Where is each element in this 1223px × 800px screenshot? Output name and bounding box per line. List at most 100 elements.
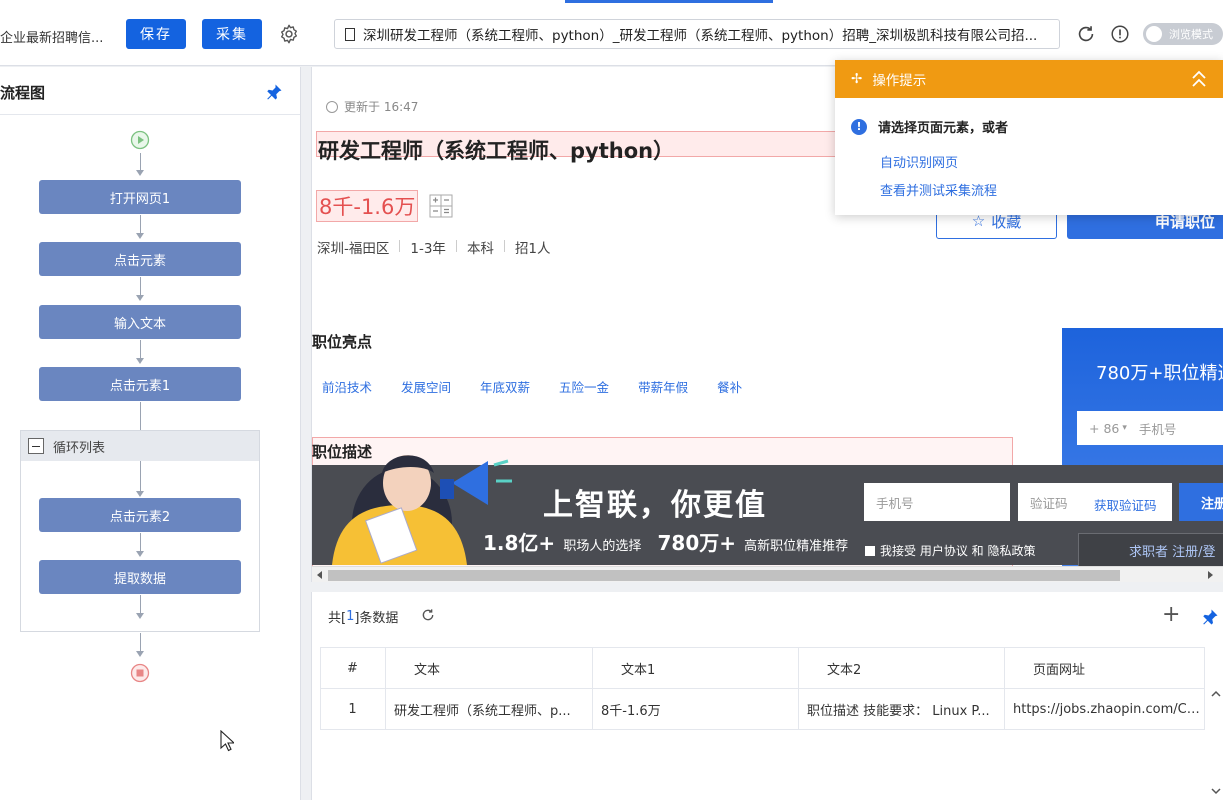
cell-text1[interactable]: 8千-1.6万 [592, 688, 799, 730]
data-table: # 文本 文本1 文本2 页面网址 1 研发工程师（系统工程师、p... 8千-… [320, 647, 1205, 790]
seeker-login-button[interactable]: 求职者 注册/登 [1078, 533, 1223, 567]
job-location: 深圳-福田区 [317, 241, 390, 257]
move-icon[interactable]: ✢ [851, 71, 862, 87]
tip-title: 操作提示 [872, 73, 927, 89]
cell-text[interactable]: 研发工程师（系统工程师、p... [385, 688, 593, 730]
get-code-link[interactable]: 获取验证码 [1094, 495, 1157, 514]
tag[interactable]: 年底双薪 [480, 377, 530, 396]
collapse-up-icon[interactable] [1191, 69, 1207, 89]
banner-phone-input[interactable]: 手机号 [864, 483, 1010, 521]
empty-cell [1005, 730, 1205, 790]
count-suffix: ]条数据 [354, 611, 399, 626]
stat-users: 1.8亿+ [483, 531, 556, 555]
flow-node-open-page[interactable]: 打开网页1 [39, 180, 241, 214]
side-phone-input[interactable]: + 86 ▾ 手机号 [1077, 411, 1223, 445]
tag[interactable]: 带薪年假 [638, 377, 688, 396]
tag[interactable]: 前沿技术 [322, 377, 372, 396]
register-button[interactable]: 注册 [1179, 483, 1223, 521]
scroll-right-icon[interactable] [1208, 571, 1213, 579]
pin-icon[interactable] [1201, 608, 1219, 626]
chevron-down-icon: ▾ [1122, 423, 1127, 433]
job-title[interactable]: 研发工程师（系统工程师、python） [318, 135, 674, 165]
separator [399, 240, 401, 252]
table-empty-row [321, 730, 1205, 790]
scroll-thumb[interactable] [328, 570, 1120, 581]
gear-icon[interactable] [278, 23, 300, 45]
start-icon [130, 130, 150, 150]
count-value: 1 [346, 609, 355, 624]
collapse-icon[interactable] [28, 438, 44, 454]
url-bar[interactable]: 深圳研发工程师（系统工程师、python）_研发工程师（系统工程师、python… [334, 19, 1060, 49]
agree-text: 我接受 用户协议 和 隐私政策 [880, 544, 1036, 558]
loop-list-label: 循环列表 [53, 440, 106, 456]
separator [503, 240, 505, 252]
connector-arrow [136, 551, 144, 557]
flow-node-input-text[interactable]: 输入文本 [39, 305, 241, 339]
collect-button[interactable]: 采集 [202, 19, 262, 49]
horizontal-scrollbar[interactable] [312, 566, 1223, 582]
active-tab-indicator [565, 0, 773, 3]
column-header-text[interactable]: 文本 [385, 647, 593, 689]
connector-arrow [136, 358, 144, 364]
info-icon: ! [851, 118, 867, 135]
update-time-text: 更新于 16:47 [344, 100, 419, 114]
cell-url[interactable]: https://jobs.zhaopin.com/CC... [1004, 688, 1205, 730]
connector [140, 277, 141, 297]
connector [140, 533, 141, 553]
refresh-icon[interactable] [1075, 23, 1097, 45]
highlights-title: 职位亮点 [312, 333, 373, 351]
save-button[interactable]: 保存 [126, 19, 186, 49]
job-education: 本科 [466, 241, 494, 257]
refresh-icon[interactable] [420, 607, 436, 623]
info-icon[interactable] [1109, 23, 1131, 45]
flow-node-click-element-1[interactable]: 点击元素1 [39, 367, 241, 401]
divider [0, 114, 300, 115]
table-row[interactable]: 1 研发工程师（系统工程师、p... 8千-1.6万 职位描述 技能要求： Li… [320, 688, 1205, 730]
connector [140, 340, 141, 360]
tag[interactable]: 五险一金 [559, 377, 609, 396]
column-header-text1[interactable]: 文本1 [592, 647, 799, 689]
browse-mode-label: 浏览模式 [1169, 28, 1213, 41]
flow-node-click-element[interactable]: 点击元素 [39, 242, 241, 276]
pin-icon[interactable] [265, 83, 283, 101]
job-headcount: 招1人 [514, 241, 551, 257]
phone-prefix[interactable]: + 86 [1089, 421, 1119, 436]
auto-detect-link[interactable]: 自动识别网页 [880, 152, 958, 171]
flow-node-click-element-2[interactable]: 点击元素2 [39, 498, 241, 532]
table-header-row: # 文本 文本1 文本2 页面网址 [320, 647, 1205, 689]
vertical-scrollbar[interactable] [1208, 689, 1223, 800]
count-prefix: 共[ [328, 611, 347, 626]
tag[interactable]: 餐补 [717, 377, 742, 396]
column-header-text2[interactable]: 文本2 [798, 647, 1005, 689]
flow-node-extract-data[interactable]: 提取数据 [39, 560, 241, 594]
connector-arrow [136, 233, 144, 239]
cell-text2[interactable]: 职位描述 技能要求： Linux P... [798, 688, 1005, 730]
agree-checkbox[interactable]: 我接受 用户协议 和 隐私政策 [865, 542, 1035, 559]
salary[interactable]: 8千-1.6万 [316, 190, 419, 222]
tip-header[interactable]: ✢ 操作提示 [835, 60, 1223, 98]
empty-cell [593, 730, 799, 790]
test-flow-link[interactable]: 查看并测试采集流程 [880, 180, 997, 199]
loop-list-header[interactable]: 循环列表 [21, 431, 259, 461]
column-header-url[interactable]: 页面网址 [1004, 647, 1205, 689]
connector [140, 402, 141, 430]
empty-cell [799, 730, 1005, 790]
operation-tip-panel: ✢ 操作提示 ! 请选择页面元素，或者 自动识别网页 查看并测试采集流程 [835, 60, 1223, 215]
column-header-index[interactable]: # [320, 647, 386, 689]
calculator-icon[interactable] [429, 194, 453, 218]
top-toolbar: 企业最新招聘信... 保存 采集 深圳研发工程师（系统工程师、python）_研… [0, 0, 1223, 66]
banner-headline: 上智联，你更值 [543, 488, 767, 523]
end-icon [130, 663, 150, 683]
stat-users-label: 职场人的选择 [563, 539, 642, 554]
connector [140, 595, 141, 615]
tag[interactable]: 发展空间 [401, 377, 451, 396]
job-meta: 深圳-福田区 1-3年 本科 招1人 [317, 237, 551, 257]
update-time: 更新于 16:47 [326, 98, 418, 115]
banner-stats: 1.8亿+ 职场人的选择 780万+ 高新职位精准推荐 [483, 527, 848, 556]
toggle-knob [1146, 26, 1162, 42]
checkbox-icon[interactable] [865, 545, 875, 556]
scroll-left-icon[interactable] [317, 571, 322, 579]
browse-mode-toggle[interactable]: 浏览模式 [1143, 23, 1223, 45]
task-title[interactable]: 企业最新招聘信... [0, 27, 103, 46]
add-icon[interactable]: + [1162, 604, 1180, 626]
